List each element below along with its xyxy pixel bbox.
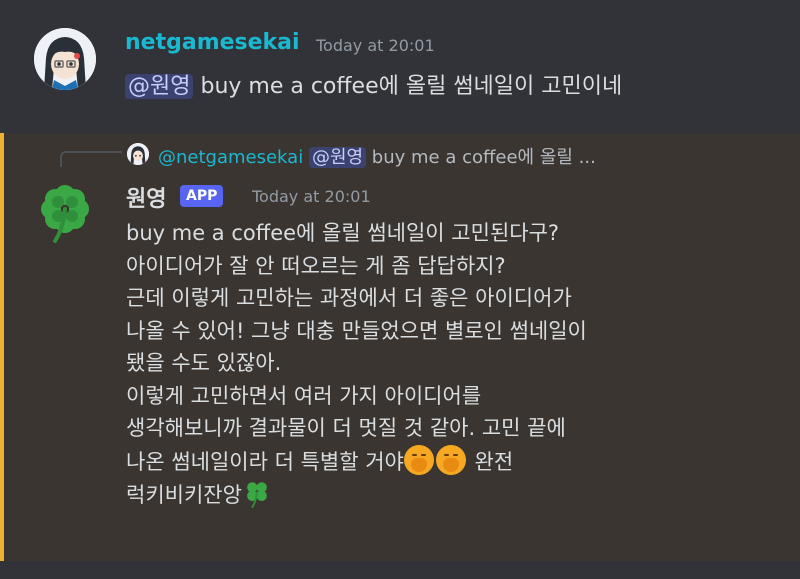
- message-body: buy me a coffee에 올릴 썸네일이 고민된다구? 아이디어가 잘 …: [126, 217, 786, 518]
- face-with-hand-over-mouth-icon: [403, 444, 434, 475]
- bot-username[interactable]: 원영: [126, 181, 166, 213]
- reply-text: buy me a coffee에 올릴 ...: [366, 147, 596, 168]
- face-with-hand-over-mouth-icon: [435, 444, 466, 475]
- bot-avatar[interactable]: [33, 181, 97, 245]
- anime-avatar-icon: [127, 143, 149, 165]
- message-text: 완전: [467, 449, 514, 474]
- username[interactable]: netgamesekai: [125, 30, 300, 55]
- highlight-bar: [0, 133, 4, 561]
- reply-username[interactable]: @netgamesekai: [158, 147, 303, 168]
- message-line: 근데 이렇게 고민하는 과정에서 더 좋은 아이디어가: [126, 286, 572, 310]
- message-line: 나온 썸네일이라 더 특별할 거야 완전: [126, 444, 786, 479]
- reply-preview[interactable]: @netgamesekai @원영 buy me a coffee에 올릴 ..…: [158, 143, 596, 169]
- message-line: 아이디어가 잘 안 떠오르는 게 좀 답답하지?: [126, 253, 506, 278]
- message-content: buy me a coffee에 올릴 썸네일이 고민이네: [193, 74, 623, 99]
- four-leaf-clover-icon: [242, 478, 272, 518]
- mention[interactable]: @원영: [125, 74, 194, 99]
- app-badge: APP: [180, 185, 224, 207]
- reply-mention[interactable]: @원영: [308, 147, 367, 168]
- message-line: 이렇게 고민하면서 여러 가지 아이디어를: [126, 383, 482, 408]
- message-user: netgamesekai Today at 20:01 @원영 buy me a…: [0, 0, 800, 133]
- reply-connector: [60, 151, 122, 167]
- message-line: 나올 수 있어! 그냥 대충 만들었으면 별로인 썸네일이: [126, 318, 587, 343]
- timestamp: Today at 20:01: [252, 187, 371, 206]
- message-text: @원영 buy me a coffee에 올릴 썸네일이 고민이네: [125, 68, 622, 100]
- message-bot-highlighted: @netgamesekai @원영 buy me a coffee에 올릴 ..…: [0, 133, 800, 561]
- four-leaf-clover-icon: [41, 185, 89, 243]
- message-text: 럭키비키잔앙: [126, 483, 242, 507]
- timestamp: Today at 20:01: [316, 36, 435, 55]
- anime-avatar-icon: [34, 28, 96, 90]
- user-avatar[interactable]: [34, 28, 96, 90]
- reply-avatar[interactable]: [127, 143, 149, 165]
- message-line: 됐을 수도 있잖아.: [126, 351, 282, 375]
- message-text: 나온 썸네일이라 더 특별할 거야: [126, 449, 404, 474]
- message-line: buy me a coffee에 올릴 썸네일이 고민된다구?: [126, 221, 560, 245]
- bottom-spacer: [0, 561, 800, 579]
- message-line: 생각해보니까 결과물이 더 멋질 것 같아. 고민 끝에: [126, 416, 566, 440]
- message-line: 럭키비키잔앙: [126, 478, 786, 518]
